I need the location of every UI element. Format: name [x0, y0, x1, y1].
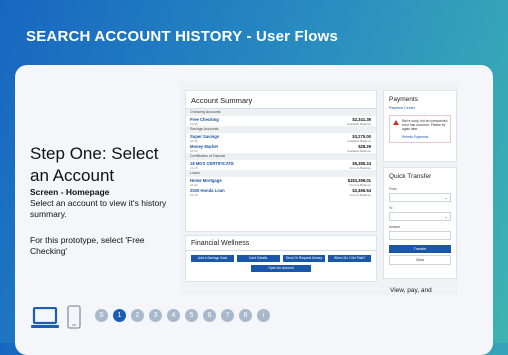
financial-wellness-title: Financial Wellness [186, 236, 376, 251]
quick-transfer-title: Quick Transfer [389, 173, 432, 180]
account-row-free-checking[interactable]: Free Checking x6-05 $2,341.39 Available … [186, 116, 376, 126]
step-note: For this prototype, select 'Free Checkin… [30, 235, 145, 256]
payments-panel: Payments Payment Center We're sorry, but… [383, 90, 457, 162]
to-label: To [389, 206, 393, 210]
balance-label: Available Balance [347, 149, 371, 153]
step-description: Select an account to view it's history s… [30, 198, 167, 219]
payment-center-link[interactable]: Payment Center [384, 106, 456, 110]
pager-dot-start[interactable]: S [95, 309, 108, 322]
credit-promo-text: View, pay, and manage your credit [390, 287, 432, 294]
amount-input[interactable] [389, 231, 451, 240]
warning-icon [393, 120, 399, 125]
pager-dot-info[interactable]: i [257, 309, 270, 322]
screen-label: Screen - Homepage [30, 187, 110, 197]
from-select[interactable]: ⌄ [389, 193, 451, 202]
account-number: x6-20 [190, 166, 198, 170]
account-summary-panel: Account Summary Checking Accounts Free C… [185, 90, 377, 232]
account-row[interactable]: 18 MOS CERTIFICATE x6-20 $5,385.24 Curre… [186, 160, 376, 170]
account-number: x6-48 [190, 193, 198, 197]
pager-dot-7[interactable]: 7 [221, 309, 234, 322]
clear-button[interactable]: Clear [389, 255, 451, 265]
amount-label: Amount [389, 225, 400, 229]
pager-dot-1[interactable]: 1 [113, 309, 126, 322]
open-account-button[interactable]: Open An Account [251, 265, 311, 272]
pager-dot-6[interactable]: 6 [203, 309, 216, 322]
account-number: x6-04 [190, 149, 198, 153]
balance-label: Current Balance [349, 166, 371, 170]
step-title: Step One: Select an Account [30, 144, 159, 185]
quick-transfer-panel: Quick Transfer From ⌄ To ⌄ Amount Transf… [383, 167, 457, 279]
when-paid-button[interactable]: When Do I Get Paid? [328, 255, 371, 262]
financial-wellness-panel: Financial Wellness Add a Savings Goal Ca… [185, 235, 377, 282]
transfer-button[interactable]: Transfer [389, 245, 451, 253]
pager-dot-2[interactable]: 2 [131, 309, 144, 322]
pager-dot-4[interactable]: 4 [167, 309, 180, 322]
step-pager: S 1 2 3 4 5 6 7 8 i [95, 309, 270, 322]
balance-label: Available Balance [347, 122, 371, 126]
to-select[interactable]: ⌄ [389, 212, 451, 221]
from-label: From [389, 187, 397, 191]
chevron-down-icon: ⌄ [444, 214, 448, 219]
pager-dot-5[interactable]: 5 [185, 309, 198, 322]
error-alert: We're sorry, but an unexpected error has… [389, 115, 451, 143]
refresh-payments-link[interactable]: Refresh Payments [402, 135, 428, 139]
error-message: We're sorry, but an unexpected error has… [402, 119, 448, 131]
section-label: Certificates of Deposit [186, 153, 376, 160]
section-label: Loans [186, 170, 376, 177]
account-number: x6-05 [190, 122, 198, 126]
page-title: SEARCH ACCOUNT HISTORY - User Flows [26, 28, 339, 45]
account-row[interactable]: Money Market x6-04 $28.29 Available Bala… [186, 143, 376, 153]
chevron-down-icon: ⌄ [444, 195, 448, 200]
section-label: Checking Accounts [186, 109, 376, 116]
add-savings-goal-button[interactable]: Add a Savings Goal [191, 255, 234, 262]
balance-label: Current Balance [349, 193, 371, 197]
account-row[interactable]: Home Mortgage x6-02 $183,399.01 Current … [186, 177, 376, 187]
card-details-button[interactable]: Card Details [236, 255, 280, 262]
pager-dot-3[interactable]: 3 [149, 309, 162, 322]
payments-title: Payments [389, 96, 418, 103]
section-label: Savings Accounts [186, 126, 376, 133]
send-request-money-button[interactable]: Send Or Request Money [282, 255, 326, 262]
account-row[interactable]: Super Savings x6-00 $3,270.00 Available … [186, 133, 376, 143]
pager-dot-8[interactable]: 8 [239, 309, 252, 322]
account-row[interactable]: 2020 Honda Loan x6-48 $2,466.54 Current … [186, 187, 376, 197]
account-summary-title: Account Summary [186, 91, 376, 109]
laptop-icon[interactable] [31, 306, 59, 329]
phone-icon[interactable] [67, 305, 81, 329]
homepage-preview: Account Summary Checking Accounts Free C… [180, 82, 458, 295]
